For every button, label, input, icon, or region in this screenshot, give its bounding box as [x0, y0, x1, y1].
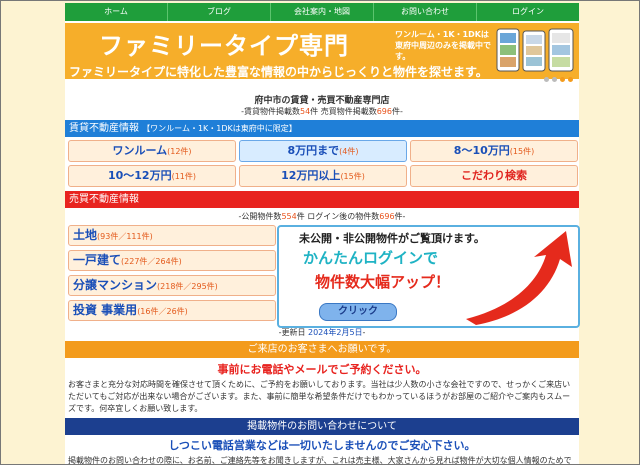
- nav-login[interactable]: ログイン: [477, 3, 579, 21]
- carousel-dot-active[interactable]: [568, 77, 573, 82]
- inquiry-header: 掲載物件のお問い合わせについて: [65, 418, 579, 435]
- nav-company[interactable]: 会社案内・地図: [271, 3, 374, 21]
- company-name: 府中市の賃貸・売買不動産専門店: [254, 96, 390, 106]
- carousel-dots[interactable]: [544, 77, 573, 85]
- rental-button-grid: ワンルーム(12件) 8万円まで(4件) 8～10万円(15件) 10～12万円…: [65, 137, 579, 187]
- update-date: -更新日 2024年2月5日-: [278, 328, 366, 337]
- rental-under80k-button[interactable]: 8万円まで(4件): [239, 140, 407, 162]
- nav-home[interactable]: ホーム: [65, 3, 168, 21]
- carousel-dot[interactable]: [544, 77, 549, 82]
- sale-condo-button[interactable]: 分譲マンション(218件／295件): [68, 275, 276, 296]
- sale-area: 土地(93件／111件) 一戸建て(227件／264件) 分譲マンション(218…: [65, 225, 580, 328]
- notice-header: ご来店のお客さまへお願いです。: [65, 341, 579, 358]
- sale-house-button[interactable]: 一戸建て(227件／264件): [68, 250, 276, 271]
- carousel-dot-active[interactable]: [560, 77, 565, 82]
- banner-note: ワンルーム・1K・1DKは 東府中周辺のみを掲載中です。: [395, 30, 491, 61]
- company-info: 府中市の賃貸・売買不動産専門店 -賃貸物件掲載数54件 売買物件掲載数696件-: [65, 93, 579, 117]
- sale-section-header: 売買不動産情報: [65, 191, 579, 208]
- smartphone-listing-image: [496, 28, 574, 72]
- carousel-dot[interactable]: [552, 77, 557, 82]
- hero-banner: ファミリータイプ専門 ワンルーム・1K・1DKは 東府中周辺のみを掲載中です。 …: [65, 23, 579, 79]
- page: ホーム ブログ 会社案内・地図 お問い合わせ ログイン ファミリータイプ専門 ワ…: [65, 3, 580, 465]
- red-arrow-icon: [466, 231, 572, 325]
- banner-subtitle: ファミリータイプに特化した豊富な情報の中からじっくりと物件を探せます。: [69, 65, 488, 79]
- rental-oneroom-button[interactable]: ワンルーム(12件): [68, 140, 236, 162]
- promo-line2: かんたんログインで: [303, 249, 439, 267]
- detailed-search-button[interactable]: こだわり検索: [410, 165, 578, 187]
- login-promo-banner[interactable]: 未公開・非公開物件がご覧頂けます。 かんたんログインで 物件数大幅アップ！ クリ…: [277, 225, 580, 328]
- top-nav: ホーム ブログ 会社案内・地図 お問い合わせ ログイン: [65, 3, 579, 21]
- inquiry-headline: しつこい電話営業などは一切いたしませんのでご安心下さい。: [168, 439, 476, 452]
- notice-headline: 事前にお電話やメールでご予約ください。: [217, 363, 427, 376]
- rental-section-header: 賃貸不動産情報 【ワンルーム・1K・1DKは東府中に限定】: [65, 120, 579, 137]
- sale-counts: -公開物件数554件 ログイン後の物件数696件-: [238, 212, 406, 221]
- listing-counts: -賃貸物件掲載数54件 売買物件掲載数696件-: [241, 107, 403, 116]
- rental-100-120k-button[interactable]: 10～12万円(11件): [68, 165, 236, 187]
- nav-blog[interactable]: ブログ: [168, 3, 271, 21]
- sale-investment-button[interactable]: 投資 事業用(16件／26件): [68, 300, 276, 321]
- rental-80-100k-button[interactable]: 8～10万円(15件): [410, 140, 578, 162]
- sale-category-list: 土地(93件／111件) 一戸建て(227件／264件) 分譲マンション(218…: [68, 225, 276, 325]
- banner-title: ファミリータイプ専門: [99, 31, 349, 60]
- inquiry-body: 掲載物件のお問い合わせの際に、お名前、ご連絡先等をお聞きしますが、これは売主様、…: [68, 456, 572, 465]
- promo-click-button[interactable]: クリック: [319, 303, 397, 321]
- sale-land-button[interactable]: 土地(93件／111件): [68, 225, 276, 246]
- nav-contact[interactable]: お問い合わせ: [374, 3, 477, 21]
- rental-over120k-button[interactable]: 12万円以上(15件): [239, 165, 407, 187]
- screenshot-frame: ホーム ブログ 会社案内・地図 お問い合わせ ログイン ファミリータイプ専門 ワ…: [0, 0, 640, 465]
- notice-body: お客さまと充分な対応時間を確保させて頂くために、ご予約をお願いしております。当社…: [68, 380, 571, 413]
- promo-line3: 物件数大幅アップ！: [315, 273, 451, 291]
